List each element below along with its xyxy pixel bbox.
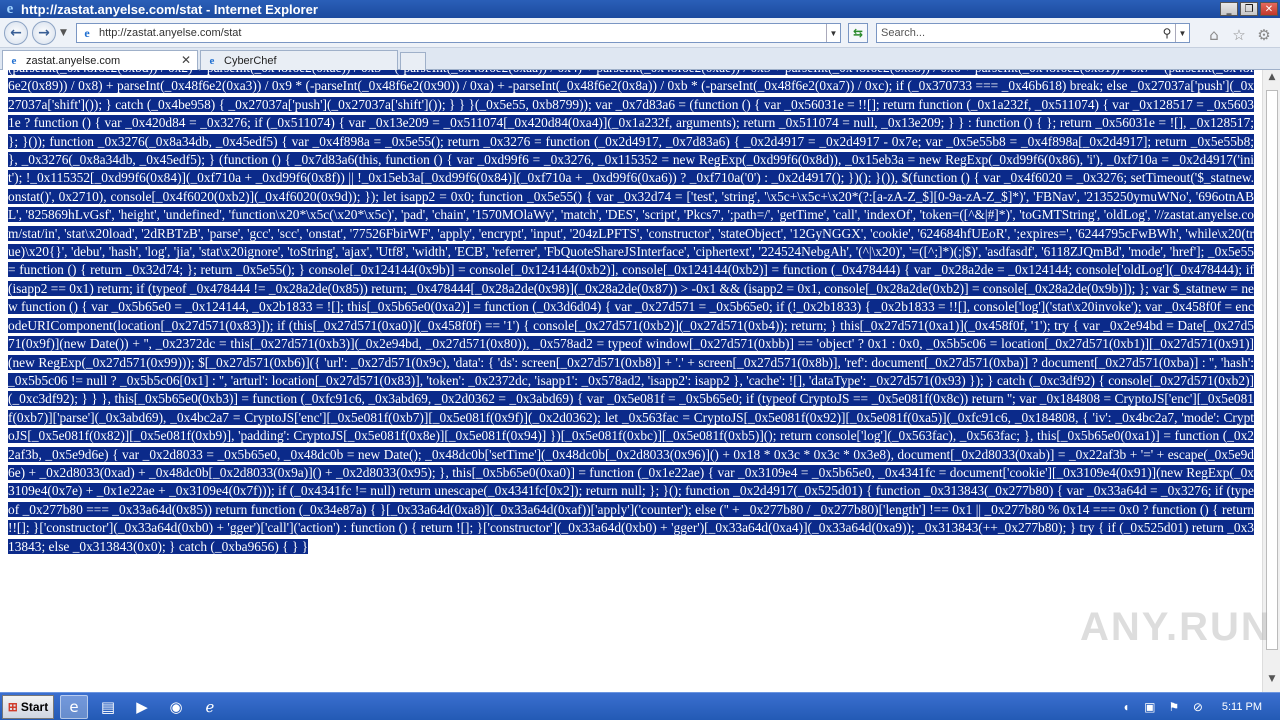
system-tray: ◖ ▣ ⚑ ⊘ 5:11 PM [1112, 693, 1280, 721]
tab-zastat[interactable]: e zastat.anyelse.com ✕ [2, 50, 198, 70]
watermark: ANY.RUN [1080, 605, 1272, 649]
address-bar[interactable]: e http://zastat.anyelse.com/stat ▼ [76, 23, 841, 43]
restore-button[interactable]: ❐ [1240, 2, 1258, 16]
search-input[interactable]: Search... [881, 27, 1159, 39]
refresh-button[interactable]: ⇆ [848, 23, 868, 43]
start-label: Start [20, 699, 49, 714]
history-dropdown-icon[interactable]: ▼ [60, 28, 67, 38]
tab-close-icon[interactable]: ✕ [181, 53, 191, 67]
taskbar: ⊞ Start e ▤ ▶ ◉ ℯ ◖ ▣ ⚑ ⊘ 5:11 PM [0, 692, 1280, 720]
scroll-thumb[interactable] [1266, 90, 1278, 650]
window-title-bar[interactable]: e http://zastat.anyelse.com/stat - Inter… [0, 0, 1280, 18]
forward-arrow-icon: → [38, 25, 50, 41]
home-icon[interactable]: ⌂ [1205, 26, 1223, 44]
page-content: (parseInt(_0x48f6e2(0xbd)) / 0x2) + pars… [0, 70, 1262, 692]
action-center-icon[interactable]: ⚑ [1164, 700, 1184, 714]
navigation-bar: ← → ▼ e http://zastat.anyelse.com/stat ▼… [0, 18, 1280, 48]
search-dropdown-icon[interactable]: ▼ [1175, 24, 1189, 42]
vertical-scrollbar[interactable]: ▲ ▼ [1262, 70, 1280, 692]
address-input[interactable]: http://zastat.anyelse.com/stat [99, 27, 826, 39]
taskbar-ie-icon[interactable]: e [60, 694, 88, 719]
tab-label: CyberChef [224, 54, 277, 67]
taskbar-chrome-icon[interactable]: ◉ [162, 695, 190, 719]
search-icon[interactable]: ⚲ [1159, 26, 1175, 40]
new-tab-button[interactable] [400, 52, 426, 70]
no-entry-icon[interactable]: ⊘ [1188, 700, 1208, 714]
network-icon[interactable]: ▣ [1140, 700, 1160, 714]
favorites-icon[interactable]: ☆ [1230, 26, 1248, 44]
tab-bar: e zastat.anyelse.com ✕ e CyberChef [0, 48, 1280, 70]
taskbar-edge-icon[interactable]: ℯ [196, 695, 224, 719]
clock[interactable]: 5:11 PM [1222, 701, 1262, 713]
scroll-down-icon[interactable]: ▼ [1265, 674, 1279, 688]
close-button[interactable]: ✕ [1260, 2, 1278, 16]
scroll-up-icon[interactable]: ▲ [1265, 72, 1279, 86]
forward-button[interactable]: → [32, 21, 56, 45]
taskbar-folder-icon[interactable]: ▤ [94, 695, 122, 719]
selected-code: (parseInt(_0x48f6e2(0xbd)) / 0x2) + pars… [8, 70, 1254, 554]
back-button[interactable]: ← [4, 21, 28, 45]
settings-icon[interactable]: ⚙ [1255, 26, 1273, 44]
tab-page-icon: e [209, 54, 215, 67]
tab-label: zastat.anyelse.com [26, 54, 121, 67]
page-icon: e [84, 26, 90, 40]
address-dropdown-icon[interactable]: ▼ [826, 24, 840, 42]
tab-cyberchef[interactable]: e CyberChef [200, 50, 398, 70]
internet-explorer-icon: e [6, 1, 14, 17]
start-button[interactable]: ⊞ Start [2, 694, 54, 719]
window-title: http://zastat.anyelse.com/stat - Interne… [21, 1, 318, 17]
search-box[interactable]: Search... ⚲ ▼ [876, 23, 1190, 43]
taskbar-media-icon[interactable]: ▶ [128, 695, 156, 719]
minimize-button[interactable]: _ [1220, 2, 1238, 16]
source-code-text: (parseInt(_0x48f6e2(0xbd)) / 0x2) + pars… [8, 70, 1254, 556]
back-arrow-icon: ← [10, 25, 22, 41]
windows-flag-icon: ⊞ [7, 699, 18, 714]
tab-page-icon: e [11, 54, 17, 67]
refresh-icon: ⇆ [852, 26, 864, 40]
volume-icon[interactable]: ◖ [1116, 700, 1136, 714]
